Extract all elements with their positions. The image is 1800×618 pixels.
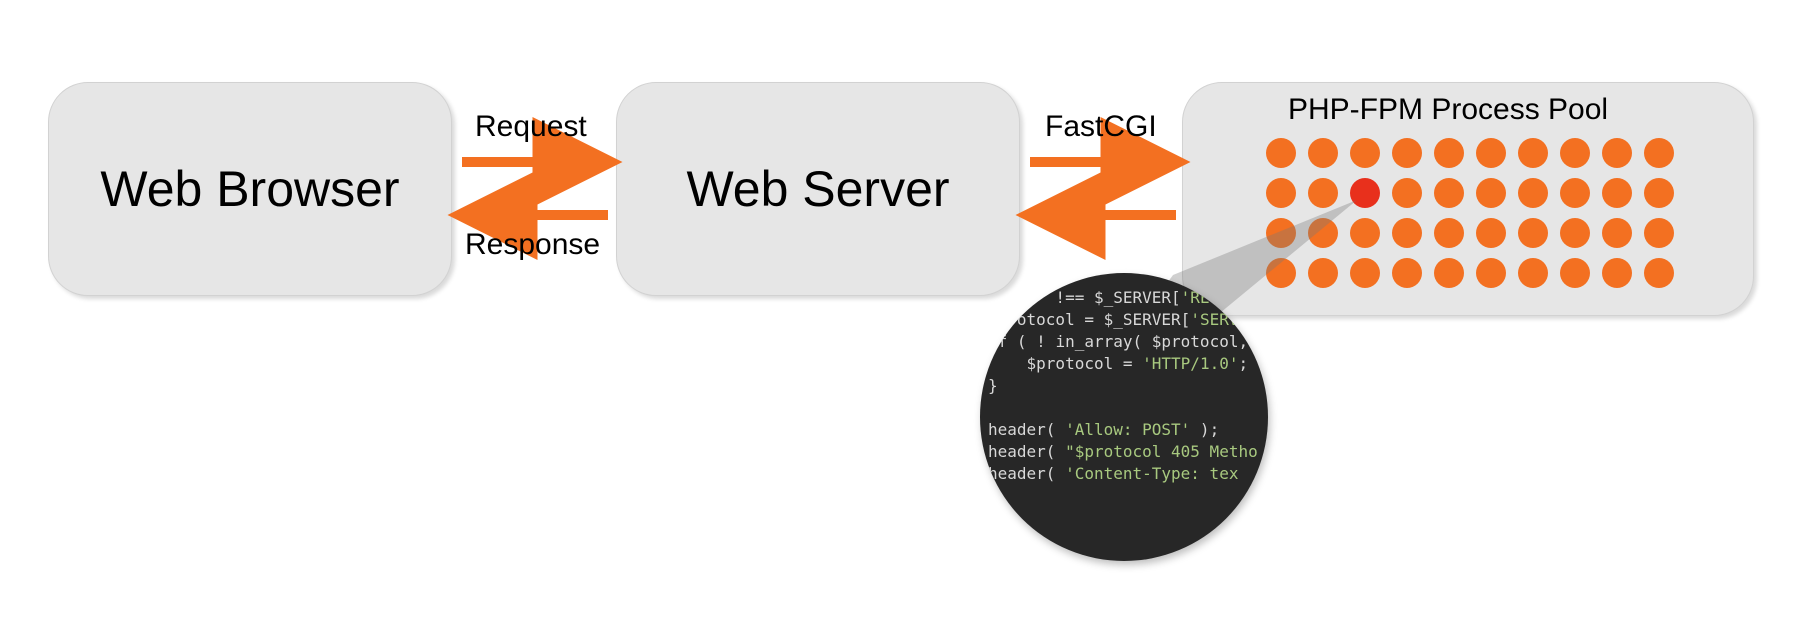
process-dot: [1434, 258, 1464, 288]
arrow-request: [460, 152, 610, 172]
process-dot: [1266, 138, 1296, 168]
process-dot: [1602, 178, 1632, 208]
web-browser-label: Web Browser: [100, 160, 399, 218]
process-dot: [1392, 138, 1422, 168]
process-dot: [1644, 258, 1674, 288]
code-zoom-circle: 'POST' !== $_SERVER['REQU $protocol = $_…: [980, 273, 1268, 561]
process-dot: [1308, 138, 1338, 168]
process-dot: [1476, 178, 1506, 208]
arrow-response: [460, 205, 610, 225]
process-dot: [1350, 138, 1380, 168]
process-dot: [1518, 218, 1548, 248]
process-dot: [1602, 138, 1632, 168]
process-dot: [1560, 138, 1590, 168]
label-request: Request: [475, 110, 587, 144]
web-server-box: Web Server: [616, 82, 1020, 296]
process-dot: [1434, 218, 1464, 248]
process-dot: [1644, 218, 1674, 248]
label-response: Response: [465, 228, 600, 262]
process-dot: [1476, 258, 1506, 288]
process-dot: [1518, 178, 1548, 208]
process-dot: [1602, 258, 1632, 288]
label-fastcgi: FastCGI: [1045, 110, 1157, 144]
process-dot: [1518, 138, 1548, 168]
php-fpm-pool-title: PHP-FPM Process Pool: [1288, 93, 1608, 127]
code-snippet: 'POST' !== $_SERVER['REQU $protocol = $_…: [988, 287, 1268, 485]
process-dot: [1560, 178, 1590, 208]
process-dot: [1476, 218, 1506, 248]
process-dot: [1560, 258, 1590, 288]
process-dot: [1644, 178, 1674, 208]
process-pool-row: [1260, 133, 1680, 173]
diagram-canvas: Web Browser Web Server PHP-FPM Process P…: [0, 0, 1800, 618]
process-dot: [1476, 138, 1506, 168]
process-dot: [1602, 218, 1632, 248]
web-server-label: Web Server: [686, 160, 949, 218]
arrow-fastcgi-forward: [1028, 152, 1178, 172]
process-dot: [1518, 258, 1548, 288]
process-dot: [1434, 138, 1464, 168]
process-dot: [1434, 178, 1464, 208]
process-dot: [1560, 218, 1590, 248]
web-browser-box: Web Browser: [48, 82, 452, 296]
process-dot: [1644, 138, 1674, 168]
